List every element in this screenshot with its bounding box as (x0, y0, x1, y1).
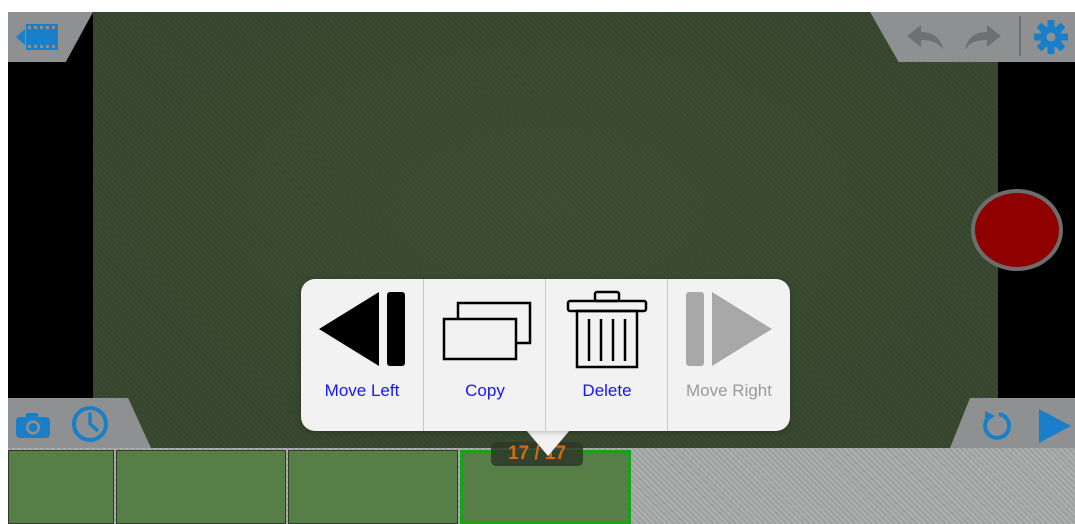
delete-button[interactable]: Delete (545, 279, 668, 431)
toolbar-divider (1019, 16, 1021, 56)
move-right-icon (686, 292, 772, 366)
move-left-button[interactable]: Move Left (301, 279, 423, 431)
play-icon[interactable] (1035, 406, 1073, 446)
copy-label: Copy (465, 381, 505, 400)
move-left-label: Move Left (324, 381, 400, 400)
move-right-label: Move Right (686, 381, 772, 400)
move-right-button[interactable]: Move Right (667, 279, 790, 431)
film-back-icon[interactable] (14, 20, 62, 54)
redo-icon[interactable] (963, 22, 1003, 54)
frame-thumbnail-3[interactable] (288, 450, 458, 524)
copy-button[interactable]: Copy (423, 279, 546, 431)
camera-icon[interactable] (14, 408, 54, 440)
trash-icon (566, 290, 648, 369)
move-left-icon (319, 292, 405, 366)
popover-arrow (526, 430, 570, 456)
gear-icon[interactable] (1033, 19, 1069, 55)
loop-icon[interactable] (979, 408, 1015, 444)
undo-icon[interactable] (905, 22, 945, 54)
frame-thumbnail-2[interactable] (116, 450, 286, 524)
frame-thumbnail-1[interactable] (8, 450, 114, 524)
timer-icon[interactable] (70, 405, 110, 443)
record-button[interactable] (971, 189, 1063, 271)
copy-icon (442, 301, 532, 361)
frame-actions-popover: Move Left Copy Delete Move Right (301, 279, 790, 431)
delete-label: Delete (582, 381, 632, 400)
